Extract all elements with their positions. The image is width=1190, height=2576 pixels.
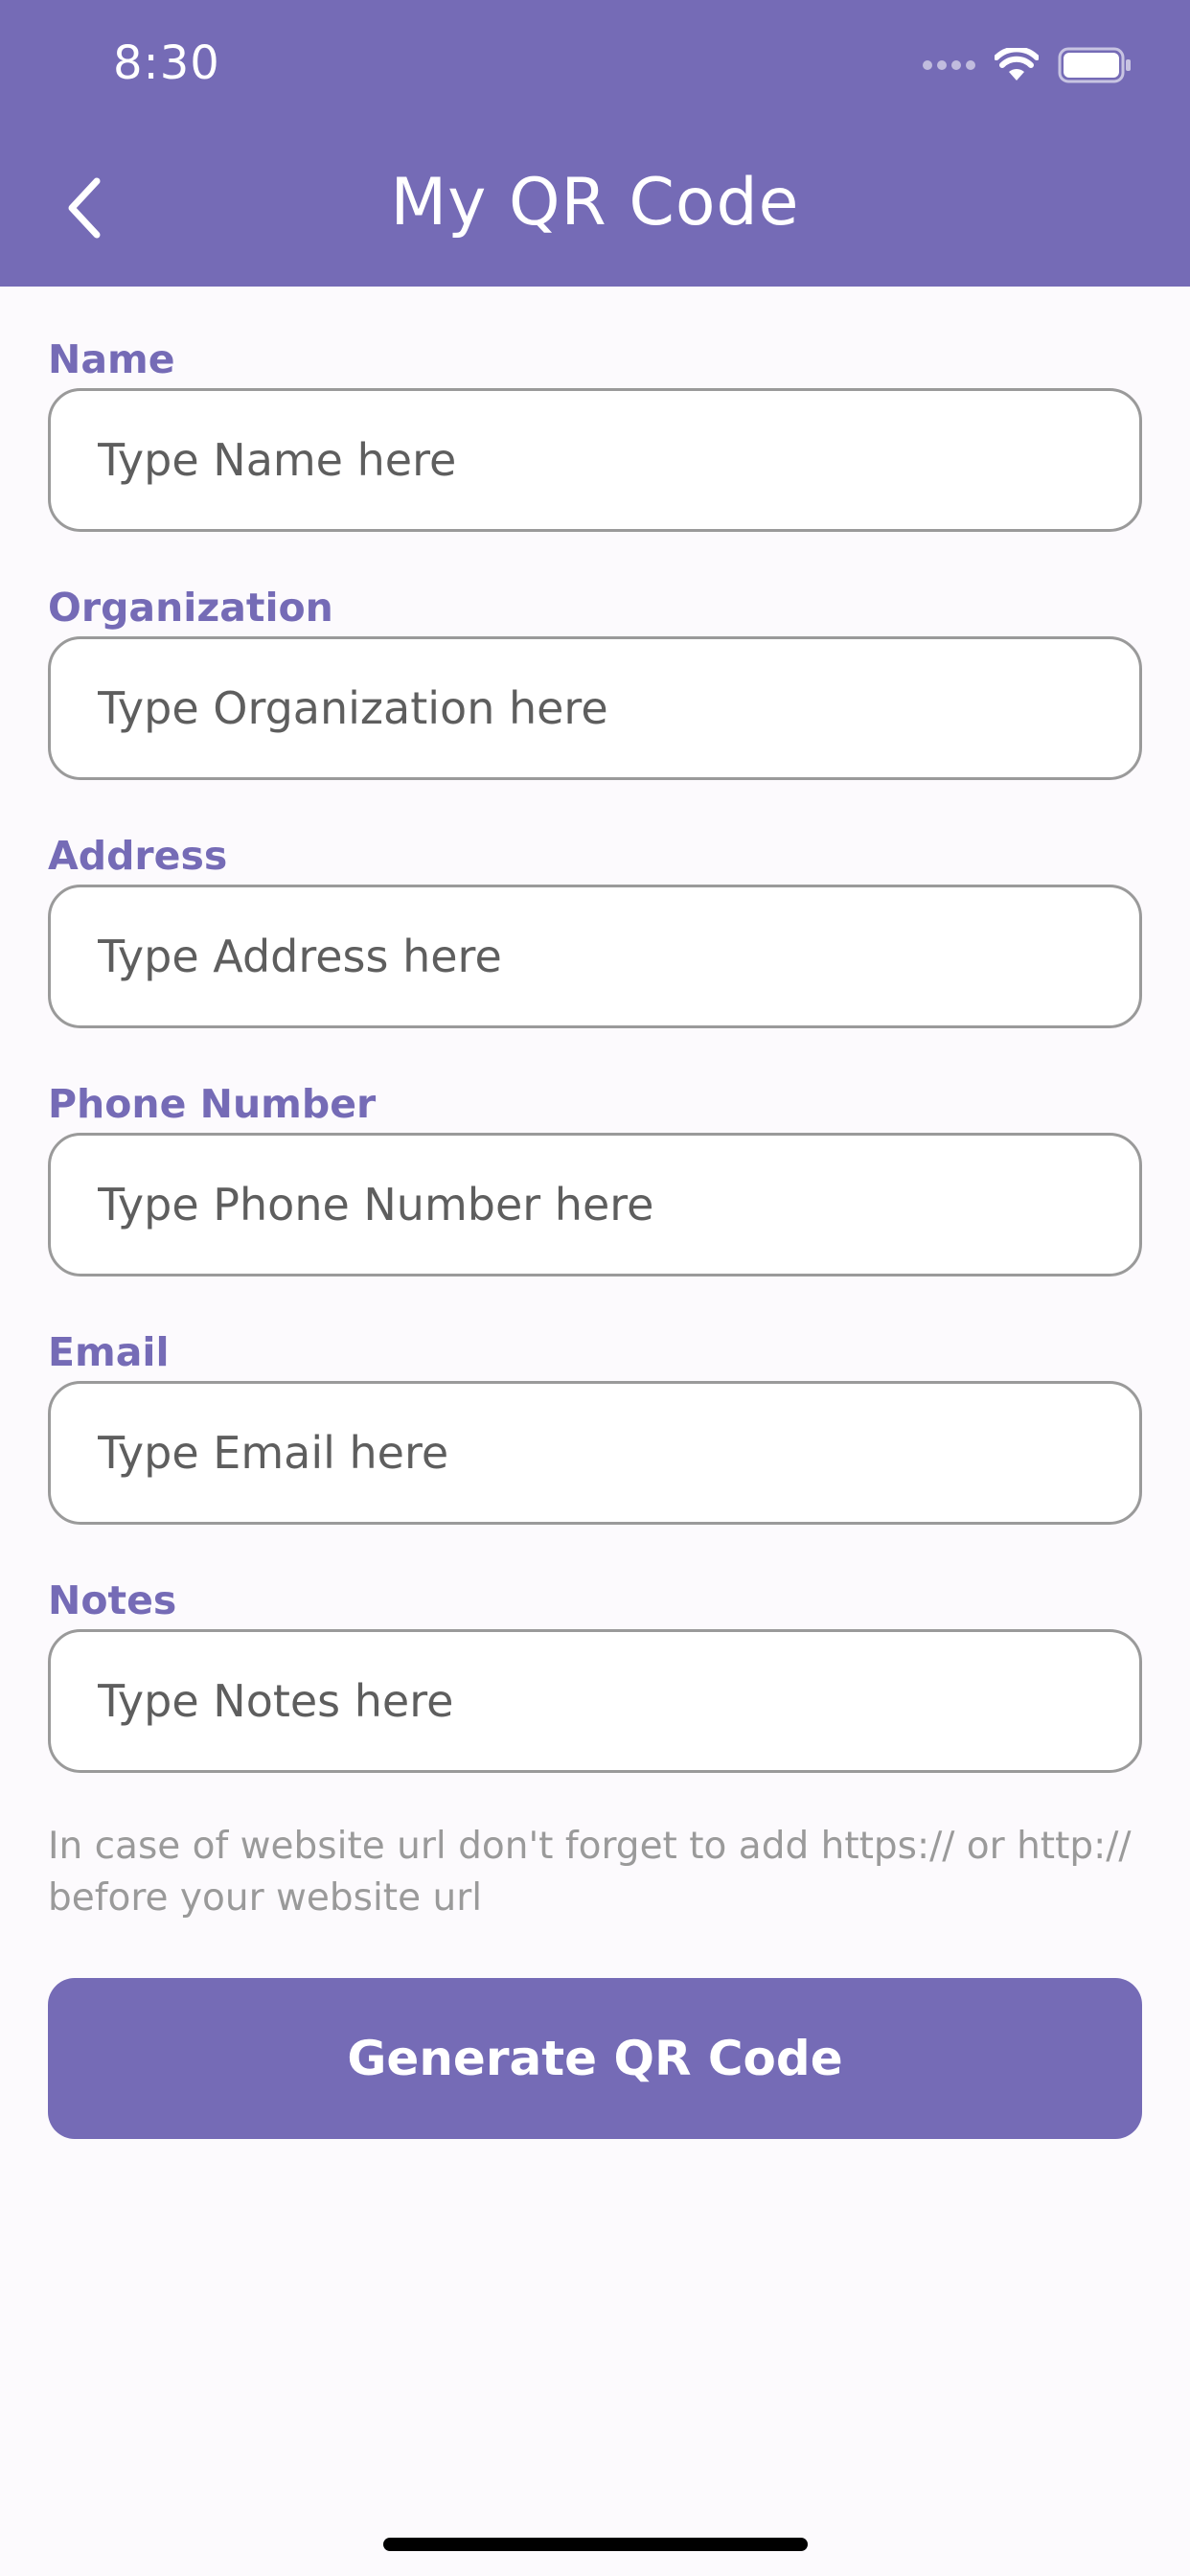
phone-number-input[interactable] [48,1133,1142,1276]
notes-label: Notes [48,1577,177,1623]
app-header: 8:30 My QR Code [0,0,1190,287]
address-label: Address [48,833,228,879]
home-indicator[interactable] [383,2538,808,2551]
organization-input[interactable] [48,636,1142,780]
url-hint-text: In case of website url don't forget to a… [48,1825,1132,1920]
signal-dots-icon [923,60,975,70]
organization-label: Organization [48,585,333,631]
page-title: My QR Code [390,165,800,241]
notes-input[interactable] [48,1629,1142,1773]
address-input[interactable] [48,885,1142,1028]
email-label: Email [48,1329,170,1375]
email-input[interactable] [48,1381,1142,1525]
status-time: 8:30 [113,36,220,90]
name-input[interactable] [48,388,1142,532]
phone-number-label: Phone Number [48,1081,377,1127]
name-label: Name [48,336,175,382]
status-icons [923,42,1133,88]
qr-code-form: Name Organization Address Phone Number E… [48,331,1142,1820]
generate-qr-code-button[interactable]: Generate QR Code [48,1978,1142,2139]
wifi-icon [995,48,1039,80]
battery-icon [1058,47,1131,83]
